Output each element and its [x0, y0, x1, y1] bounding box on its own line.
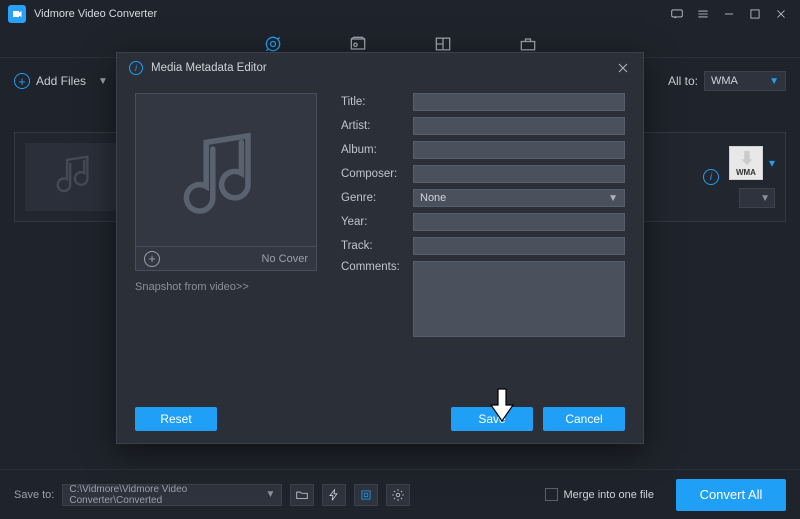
genre-value: None	[420, 192, 446, 204]
comments-input[interactable]	[413, 261, 625, 337]
field-label-composer: Composer:	[341, 168, 413, 180]
checkbox-icon	[545, 488, 558, 501]
composer-input[interactable]	[413, 165, 625, 183]
chevron-down-icon: ▼	[608, 193, 618, 204]
save-path-value: C:\Vidmore\Vidmore Video Converter\Conve…	[69, 484, 265, 506]
add-files-button[interactable]: + Add Files ▼	[14, 73, 108, 89]
no-cover-label: No Cover	[262, 253, 308, 265]
gpu-accel-button[interactable]	[354, 484, 378, 506]
add-cover-button[interactable]: +	[144, 251, 160, 267]
cover-art-box[interactable]: + No Cover	[135, 93, 317, 271]
field-label-comments: Comments:	[341, 261, 413, 273]
tutorial-arrow-icon	[487, 387, 517, 423]
menu-icon[interactable]	[692, 3, 714, 25]
chevron-down-icon: ▼	[98, 76, 108, 87]
lightning-button[interactable]	[322, 484, 346, 506]
feedback-icon[interactable]	[666, 3, 688, 25]
field-label-title: Title:	[341, 96, 413, 108]
add-files-label: Add Files	[36, 74, 86, 88]
modal-header: i Media Metadata Editor	[117, 53, 643, 83]
output-format-badge[interactable]: WMA	[729, 146, 763, 180]
file-thumbnail	[25, 143, 130, 211]
artist-input[interactable]	[413, 117, 625, 135]
convert-all-to: All to: WMA ▼	[668, 71, 786, 91]
info-icon[interactable]: i	[703, 169, 719, 185]
field-label-artist: Artist:	[341, 120, 413, 132]
app-logo	[8, 5, 26, 23]
chevron-down-icon: ▼	[265, 489, 275, 500]
cancel-button[interactable]: Cancel	[543, 407, 625, 431]
metadata-form: Title: Artist: Album: Composer: Genre: N…	[341, 93, 625, 395]
maximize-icon[interactable]	[744, 3, 766, 25]
app-title: Vidmore Video Converter	[34, 8, 157, 20]
output-subselect[interactable]: ▼	[739, 188, 775, 208]
bottom-bar: Save to: C:\Vidmore\Vidmore Video Conver…	[0, 469, 800, 519]
plus-icon: +	[14, 73, 30, 89]
minimize-icon[interactable]	[718, 3, 740, 25]
merge-checkbox[interactable]: Merge into one file	[545, 488, 655, 501]
field-label-album: Album:	[341, 144, 413, 156]
track-input[interactable]	[413, 237, 625, 255]
info-icon: i	[129, 61, 143, 75]
genre-select[interactable]: None ▼	[413, 189, 625, 207]
year-input[interactable]	[413, 213, 625, 231]
settings-button[interactable]	[386, 484, 410, 506]
all-to-value: WMA	[711, 75, 738, 87]
field-label-year: Year:	[341, 216, 413, 228]
title-input[interactable]	[413, 93, 625, 111]
modal-title: Media Metadata Editor	[151, 62, 267, 74]
save-path-select[interactable]: C:\Vidmore\Vidmore Video Converter\Conve…	[62, 484, 282, 506]
all-to-label: All to:	[668, 74, 698, 88]
all-to-select[interactable]: WMA ▼	[704, 71, 786, 91]
close-icon[interactable]	[770, 3, 792, 25]
open-folder-button[interactable]	[290, 484, 314, 506]
convert-all-button[interactable]: Convert All	[676, 479, 786, 511]
metadata-editor-modal: i Media Metadata Editor + No Cover Snaps…	[116, 52, 644, 444]
chevron-down-icon: ▼	[769, 76, 779, 87]
field-label-track: Track:	[341, 240, 413, 252]
snapshot-link[interactable]: Snapshot from video>>	[135, 281, 317, 293]
reset-button[interactable]: Reset	[135, 407, 217, 431]
close-icon[interactable]	[615, 60, 631, 76]
modal-footer: Reset Save Cancel	[117, 395, 643, 443]
field-label-genre: Genre:	[341, 192, 413, 204]
album-input[interactable]	[413, 141, 625, 159]
merge-label: Merge into one file	[564, 489, 655, 501]
chevron-down-icon[interactable]: ▾	[769, 156, 775, 170]
save-to-label: Save to:	[14, 489, 54, 501]
titlebar: Vidmore Video Converter	[0, 0, 800, 28]
